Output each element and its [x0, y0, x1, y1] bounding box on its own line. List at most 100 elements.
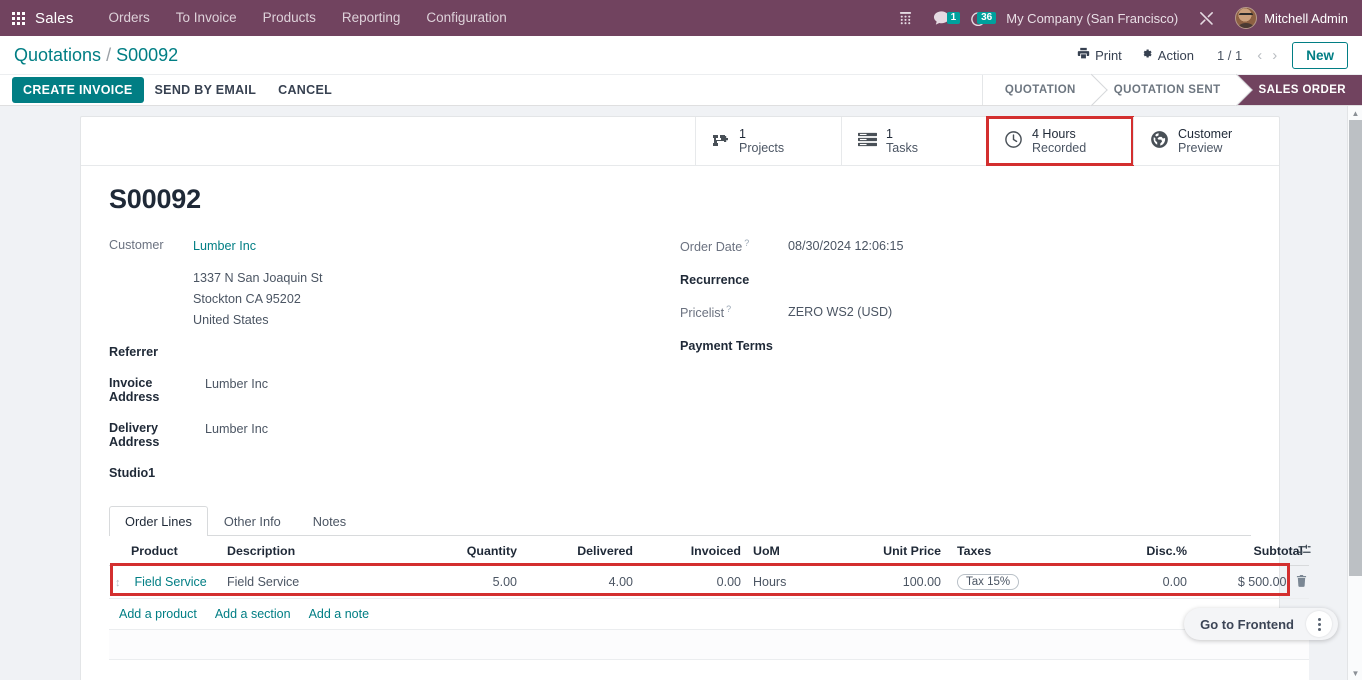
smart-button-hours-value: 4 Hours: [1032, 127, 1076, 141]
field-payment-terms: Payment Terms: [680, 338, 1251, 353]
nav-item-to-invoice[interactable]: To Invoice: [163, 0, 250, 36]
col-description[interactable]: Description: [221, 536, 411, 566]
sliders-icon[interactable]: [1298, 543, 1311, 559]
tab-other-info[interactable]: Other Info: [208, 506, 297, 536]
scroll-up-icon[interactable]: ▲: [1348, 106, 1362, 120]
field-payment-terms-label: Payment Terms: [680, 339, 773, 353]
cell-unit-price[interactable]: 100.00: [839, 565, 947, 599]
status-quotation-sent[interactable]: QUOTATION SENT: [1091, 75, 1237, 105]
cell-uom[interactable]: Hours: [747, 565, 839, 599]
new-button[interactable]: New: [1292, 41, 1348, 69]
col-disc[interactable]: Disc.%: [1085, 536, 1193, 566]
app-brand-sales[interactable]: Sales: [35, 10, 74, 27]
company-switcher[interactable]: My Company (San Francisco): [996, 11, 1188, 26]
smart-button-customer-preview[interactable]: Customer Preview: [1133, 117, 1279, 165]
field-invoice-address: Invoice Address Lumber Inc: [109, 375, 680, 404]
nav-item-reporting[interactable]: Reporting: [329, 0, 414, 36]
smart-button-hours-recorded[interactable]: 4 Hours Recorded: [986, 116, 1134, 166]
col-taxes[interactable]: Taxes: [947, 536, 1085, 566]
smart-button-tasks[interactable]: 1 Tasks: [841, 117, 987, 165]
field-pricelist-value[interactable]: ZERO WS2 (USD): [788, 303, 892, 322]
field-order-date-value[interactable]: 08/30/2024 12:06:15: [788, 237, 904, 256]
smart-button-hours-label: Recorded: [1032, 141, 1087, 155]
help-tooltip-icon[interactable]: ?: [726, 304, 731, 314]
breadcrumb-quotations[interactable]: Quotations: [14, 45, 101, 66]
col-subtotal[interactable]: Subtotal: [1253, 544, 1303, 558]
field-pricelist: Pricelist? ZERO WS2 (USD): [680, 303, 1251, 322]
field-invoice-address-value[interactable]: Lumber Inc: [205, 375, 268, 394]
action-button[interactable]: Action: [1131, 44, 1203, 66]
cell-quantity[interactable]: 5.00: [411, 565, 523, 599]
field-delivery-address-value[interactable]: Lumber Inc: [205, 420, 268, 439]
pager-next-icon[interactable]: ›: [1267, 48, 1282, 63]
page-title: S00092: [109, 184, 201, 214]
print-button[interactable]: Print: [1068, 44, 1131, 66]
field-delivery-address: Delivery Address Lumber Inc: [109, 420, 680, 449]
col-product[interactable]: Product: [109, 536, 221, 566]
apps-menu-icon[interactable]: [12, 11, 25, 25]
control-panel-actions: Print Action 1 / 1 ‹ › New: [1068, 41, 1348, 69]
tab-notes[interactable]: Notes: [297, 506, 362, 536]
col-quantity[interactable]: Quantity: [411, 536, 523, 566]
scroll-down-icon[interactable]: ▼: [1348, 666, 1362, 680]
chat-icon[interactable]: 1: [923, 10, 961, 26]
clock-activity-icon[interactable]: 36: [960, 10, 997, 26]
cancel-button[interactable]: CANCEL: [267, 77, 343, 103]
cell-subtotal: $ 500.00: [1237, 575, 1287, 589]
smart-button-tasks-label: Tasks: [886, 141, 918, 155]
printer-icon: [1077, 47, 1090, 63]
vertical-scrollbar[interactable]: ▲ ▼: [1347, 106, 1362, 680]
tools-icon[interactable]: [1188, 10, 1225, 27]
cell-disc[interactable]: 0.00: [1085, 565, 1193, 599]
field-customer: Customer Lumber Inc: [109, 237, 680, 256]
record-sheet: 1 Projects 1 Tasks 4 Hours Recorded Cust…: [80, 116, 1311, 680]
address-line-3: United States: [193, 313, 269, 327]
add-a-note-link[interactable]: Add a note: [309, 607, 369, 621]
field-invoice-address-label: Invoice Address: [109, 376, 160, 404]
field-customer-label: Customer: [109, 238, 164, 252]
chat-badge: 1: [946, 12, 961, 24]
user-menu[interactable]: Mitchell Admin: [1225, 7, 1352, 29]
tab-order-lines[interactable]: Order Lines: [109, 506, 208, 536]
drag-handle-icon[interactable]: ↕: [115, 577, 131, 589]
nav-item-products[interactable]: Products: [250, 0, 329, 36]
status-quotation[interactable]: QUOTATION: [981, 75, 1092, 105]
dialpad-icon[interactable]: [888, 11, 923, 26]
globe-icon: [1150, 130, 1169, 152]
field-customer-address-line3: United States: [109, 311, 680, 330]
col-delivered[interactable]: Delivered: [523, 536, 639, 566]
top-navbar: Sales Orders To Invoice Products Reporti…: [0, 0, 1362, 36]
col-uom[interactable]: UoM: [747, 536, 839, 566]
smart-button-tasks-value: 1: [886, 127, 893, 141]
send-by-email-button[interactable]: SEND BY EMAIL: [144, 77, 268, 103]
nav-item-orders[interactable]: Orders: [96, 0, 163, 36]
field-referrer-label: Referrer: [109, 345, 159, 359]
add-a-product-link[interactable]: Add a product: [119, 607, 197, 621]
smart-button-projects-value: 1: [739, 127, 746, 141]
cell-taxes[interactable]: Tax 15%: [957, 574, 1020, 590]
status-bar: QUOTATION QUOTATION SENT SALES ORDER: [981, 75, 1362, 105]
col-unit-price[interactable]: Unit Price: [839, 536, 947, 566]
cell-invoiced[interactable]: 0.00: [639, 565, 747, 599]
field-customer-address-line2: Stockton CA 95202: [109, 290, 680, 309]
vertical-dots-icon[interactable]: [1306, 611, 1332, 637]
delete-row-icon[interactable]: [1290, 575, 1307, 589]
smart-button-projects[interactable]: 1 Projects: [695, 117, 841, 165]
cell-delivered[interactable]: 4.00: [523, 565, 639, 599]
add-a-section-link[interactable]: Add a section: [215, 607, 291, 621]
pager-previous-icon[interactable]: ‹: [1252, 48, 1267, 63]
activity-badge: 36: [977, 12, 997, 24]
cell-description[interactable]: Field Service: [221, 565, 411, 599]
create-invoice-button[interactable]: CREATE INVOICE: [12, 77, 144, 103]
scrollbar-thumb[interactable]: [1349, 120, 1362, 576]
breadcrumb: Quotations / S00092: [14, 45, 178, 66]
col-invoiced[interactable]: Invoiced: [639, 536, 747, 566]
cell-product[interactable]: Field Service: [134, 575, 206, 589]
address-line-1: 1337 N San Joaquin St: [193, 271, 323, 285]
help-tooltip-icon[interactable]: ?: [744, 238, 749, 248]
nav-item-configuration[interactable]: Configuration: [413, 0, 519, 36]
go-to-frontend-button[interactable]: Go to Frontend: [1184, 617, 1306, 632]
field-customer-value[interactable]: Lumber Inc: [193, 237, 256, 256]
status-sales-order[interactable]: SALES ORDER: [1236, 75, 1362, 105]
table-row[interactable]: ↕ Field Service Field Service 5.00 4.00 …: [109, 563, 1309, 599]
